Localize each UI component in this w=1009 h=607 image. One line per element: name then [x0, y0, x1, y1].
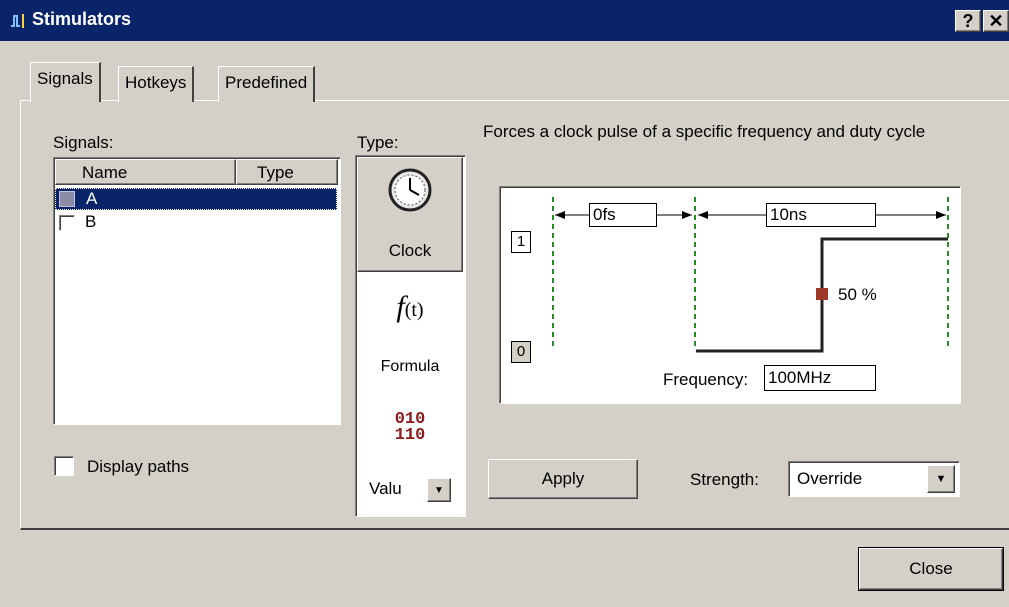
tab-hotkeys[interactable]: Hotkeys — [118, 66, 195, 102]
row-a-checkbox[interactable] — [59, 191, 75, 207]
offset-field[interactable]: 0fs — [589, 203, 657, 227]
tab-hotkeys-label: Hotkeys — [125, 73, 187, 92]
signals-label: Signals: — [53, 133, 114, 152]
formula-glyph-t: (t) — [404, 299, 424, 321]
title-bar — [0, 0, 1009, 41]
list-row-b[interactable]: B — [55, 212, 337, 234]
type-list[interactable]: Clock f(t) Formula 010 110 Valu ▼ — [355, 155, 466, 517]
column-header-name[interactable]: Name — [55, 159, 236, 185]
value-icon: 010 110 — [357, 411, 463, 445]
row-b-checkbox[interactable] — [59, 215, 75, 231]
app-icon — [10, 12, 28, 30]
level-high-label: 1 — [511, 231, 531, 253]
signals-list[interactable]: Name Type A B — [53, 157, 341, 425]
tab-signals-label: Signals — [37, 69, 93, 88]
type-item-clock[interactable]: Clock — [357, 157, 463, 272]
chevron-down-icon: ▼ — [935, 473, 947, 485]
frequency-field[interactable]: 100MHz — [764, 365, 876, 391]
type-description: Forces a clock pulse of a specific frequ… — [483, 122, 926, 141]
level-low-label: 0 — [511, 341, 531, 363]
close-button[interactable]: Close — [858, 547, 1004, 591]
strength-value: Override — [797, 469, 863, 488]
value-glyph-bottom: 110 — [394, 426, 426, 445]
strength-dropdown-button[interactable]: ▼ — [927, 465, 955, 493]
chevron-down-icon: ▼ — [434, 484, 444, 496]
strength-select[interactable]: Override ▼ — [788, 461, 960, 497]
window-title: Stimulators — [32, 9, 132, 29]
column-header-name-label: Name — [82, 163, 128, 182]
close-window-button[interactable]: ✕ — [983, 10, 1009, 32]
tab-signals[interactable]: Signals — [30, 62, 101, 102]
tab-predefined-label: Predefined — [225, 73, 308, 92]
waveform-preview: 1 0 0fs 10ns 50 % Frequency: 100MHz — [499, 186, 961, 404]
apply-button[interactable]: Apply — [488, 459, 638, 499]
row-b-name: B — [85, 212, 97, 231]
tab-predefined[interactable]: Predefined — [218, 66, 316, 102]
type-label: Type: — [357, 133, 399, 152]
help-button[interactable]: ? — [955, 10, 981, 32]
duty-cycle-label: 50 % — [838, 285, 877, 304]
period-field[interactable]: 10ns — [766, 203, 876, 227]
formula-icon: f(t) — [357, 290, 463, 324]
type-item-value[interactable]: 010 110 Valu ▼ — [357, 394, 463, 514]
waveform-graphic — [552, 197, 949, 353]
formula-glyph-f: f — [396, 290, 405, 323]
type-list-scroll-down-button[interactable]: ▼ — [427, 478, 451, 502]
strength-label: Strength: — [690, 470, 759, 489]
type-item-clock-label: Clock — [388, 241, 432, 260]
list-row-a[interactable]: A — [55, 188, 337, 210]
frequency-label: Frequency: — [663, 370, 749, 389]
column-header-type[interactable]: Type — [236, 159, 338, 185]
type-item-formula-label: Formula — [380, 358, 440, 375]
display-paths-label: Display paths — [87, 457, 190, 476]
type-item-value-label: Valu — [369, 479, 402, 498]
close-button-face: Close — [859, 548, 1003, 590]
row-a-name: A — [86, 189, 98, 208]
type-item-formula[interactable]: f(t) Formula — [357, 274, 463, 392]
column-header-type-label: Type — [257, 163, 294, 182]
clock-icon — [388, 168, 432, 212]
display-paths-checkbox[interactable] — [54, 456, 74, 476]
